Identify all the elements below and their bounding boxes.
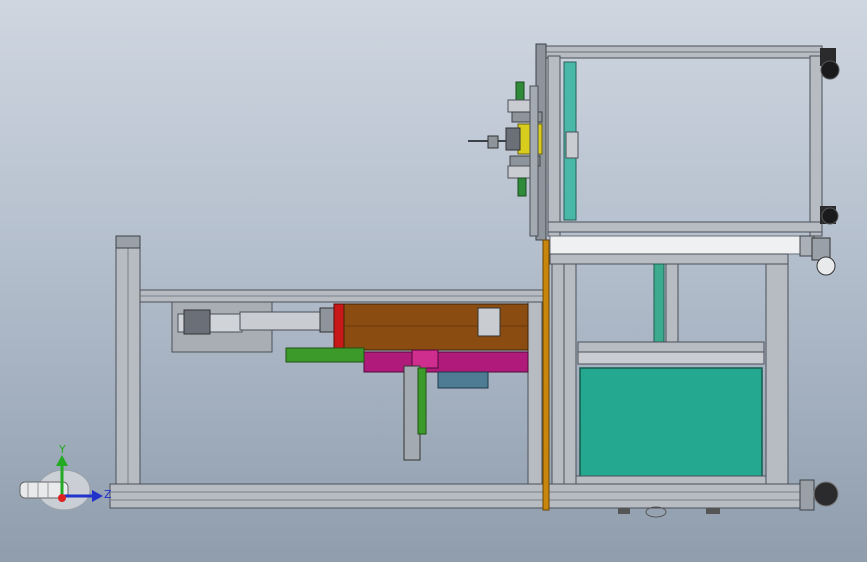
center-post bbox=[527, 301, 543, 485]
base-beam bbox=[109, 483, 805, 509]
upper-cage-frame bbox=[535, 43, 823, 257]
red-plate bbox=[333, 303, 345, 353]
gripper-green-upper bbox=[515, 81, 525, 101]
clamp-block bbox=[437, 371, 489, 389]
gripper-green-lower bbox=[517, 177, 527, 197]
caster-base-right bbox=[813, 481, 839, 507]
magenta-plate bbox=[363, 351, 529, 373]
axis-label-y: Y bbox=[58, 443, 66, 456]
upper-cage-left-post bbox=[547, 55, 561, 237]
green-bar bbox=[285, 347, 365, 363]
lower-right-rail bbox=[575, 475, 767, 485]
vertical-slider-green bbox=[417, 367, 427, 435]
x-axis-dot bbox=[58, 494, 66, 502]
mid-rail bbox=[577, 341, 765, 353]
foot-a bbox=[618, 508, 630, 514]
cad-viewport[interactable]: Y Z bbox=[0, 0, 867, 562]
right-post-a bbox=[551, 255, 565, 485]
orange-strip bbox=[542, 239, 550, 511]
linear-cylinder bbox=[171, 301, 339, 353]
upper-cage-bottom-rail bbox=[547, 221, 823, 233]
axis-label-z: Z bbox=[104, 488, 112, 501]
foot-c bbox=[706, 508, 720, 514]
caster-top-right bbox=[820, 48, 840, 80]
base-right-cap bbox=[799, 479, 815, 511]
teal-vertical-rod bbox=[653, 263, 665, 355]
left-post-cap bbox=[115, 235, 141, 249]
far-right-post bbox=[765, 255, 789, 485]
mid-rail-2 bbox=[577, 351, 765, 365]
teal-panel bbox=[579, 367, 763, 481]
orientation-triad[interactable]: Y Z bbox=[19, 443, 112, 511]
caster-roller-end bbox=[811, 237, 836, 276]
brown-block-fixture bbox=[477, 307, 501, 337]
caster-mid-right bbox=[820, 206, 839, 225]
top-right-rail bbox=[549, 253, 789, 265]
right-post-b bbox=[563, 255, 577, 485]
inner-post bbox=[665, 263, 679, 355]
magenta-tab bbox=[411, 349, 439, 369]
upper-cage-bracket bbox=[565, 131, 579, 159]
white-roller-tube bbox=[549, 235, 813, 255]
gripper-assembly bbox=[468, 81, 543, 237]
